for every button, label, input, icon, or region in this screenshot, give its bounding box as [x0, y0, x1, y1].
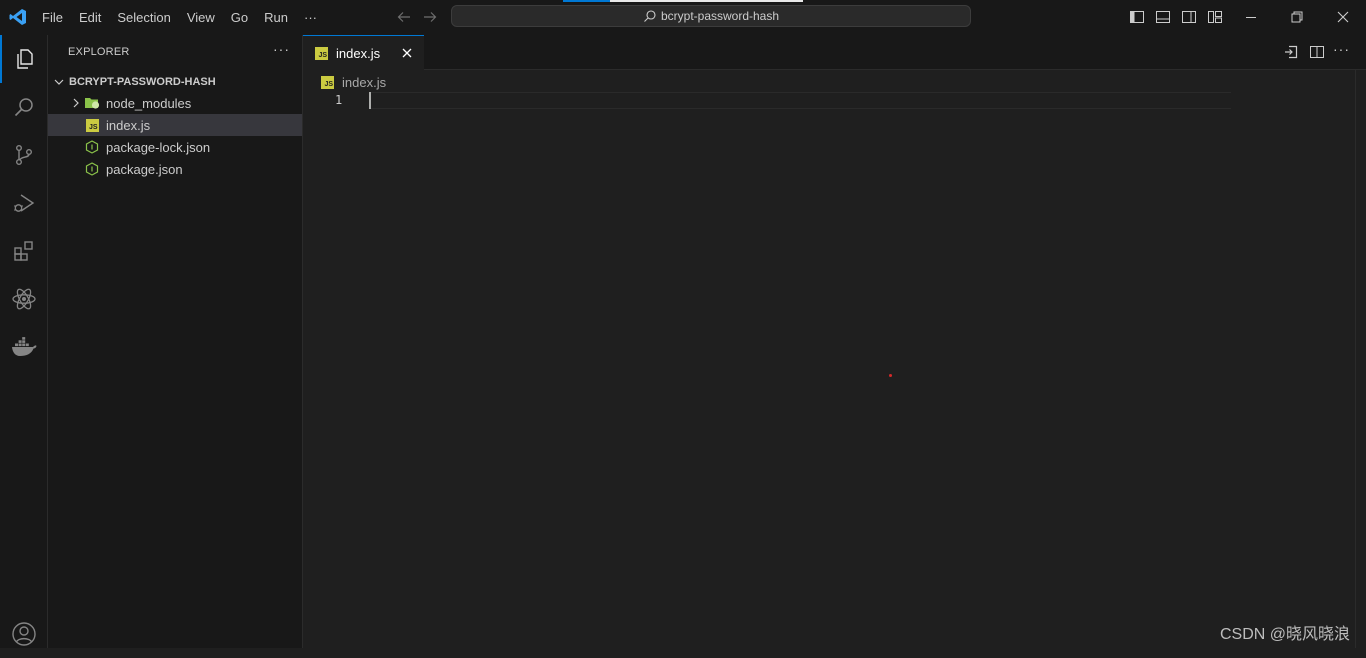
search-icon: [644, 10, 656, 22]
js-file-icon: JS: [84, 117, 100, 133]
toggle-primary-sidebar-icon[interactable]: [1129, 9, 1145, 25]
activity-accounts[interactable]: [0, 610, 48, 658]
react-icon: [12, 288, 36, 310]
tree-item-label: index.js: [106, 117, 151, 133]
title-bar: File Edit Selection View Go Run ··· bcry…: [0, 0, 1366, 35]
title-accent-strip: [563, 0, 610, 2]
source-control-icon: [15, 145, 32, 166]
activity-docker[interactable]: [0, 323, 48, 371]
activity-extensions[interactable]: [0, 227, 48, 275]
minimize-icon[interactable]: [1243, 9, 1259, 25]
current-line-highlight: [369, 92, 1231, 109]
tree-item-index-js[interactable]: JS index.js: [48, 114, 302, 136]
back-arrow-icon[interactable]: [396, 9, 412, 25]
menu-go[interactable]: Go: [223, 10, 256, 25]
files-icon: [17, 49, 33, 69]
text-cursor: [369, 92, 371, 109]
menu-view[interactable]: View: [179, 10, 223, 25]
restore-icon[interactable]: [1289, 9, 1305, 25]
menu-run[interactable]: Run: [256, 10, 296, 25]
activity-source-control[interactable]: [0, 131, 48, 179]
tree-item-label: node_modules: [106, 95, 192, 111]
activity-react[interactable]: [0, 275, 48, 323]
vscode-logo-icon: [9, 9, 26, 25]
tab-index-js[interactable]: JS index.js: [303, 35, 424, 70]
explorer-more-actions[interactable]: ···: [273, 41, 290, 57]
menu-more[interactable]: ···: [296, 10, 325, 25]
menu-bar: File Edit Selection View Go Run ···: [34, 0, 325, 35]
menu-selection[interactable]: Selection: [109, 10, 178, 25]
customize-layout-icon[interactable]: [1207, 9, 1223, 25]
toggle-secondary-sidebar-icon[interactable]: [1181, 9, 1197, 25]
chevron-right-icon: [48, 97, 84, 109]
chevron-down-icon: [49, 76, 69, 88]
activity-run-debug[interactable]: [0, 179, 48, 227]
activity-bar: [0, 35, 48, 648]
vertical-scrollbar[interactable]: [1355, 70, 1356, 648]
js-file-icon: JS: [315, 46, 328, 60]
breadcrumb-file[interactable]: index.js: [342, 75, 386, 90]
tab-label: index.js: [336, 45, 381, 61]
menu-edit[interactable]: Edit: [71, 10, 109, 25]
close-window-icon[interactable]: [1335, 9, 1351, 25]
js-file-icon: JS: [321, 75, 334, 89]
docker-icon: [12, 337, 37, 356]
forward-arrow-icon[interactable]: [422, 9, 438, 25]
close-icon[interactable]: [399, 45, 415, 61]
nodejs-icon: [84, 139, 100, 155]
explorer-sidebar: EXPLORER ··· BCRYPT-PASSWORD-HASH node_m…: [48, 35, 303, 648]
breadcrumb: JS index.js: [321, 72, 386, 92]
nodejs-icon: [84, 161, 100, 177]
command-center-label: bcrypt-password-hash: [660, 9, 780, 23]
tree-item-package-json[interactable]: package.json: [48, 158, 302, 180]
editor-tabs-bar: JS index.js ···: [303, 35, 1366, 70]
toggle-panel-icon[interactable]: [1155, 9, 1171, 25]
account-icon: [12, 622, 36, 646]
menu-file[interactable]: File: [34, 10, 71, 25]
tree-item-label: package-lock.json: [106, 139, 211, 155]
search-icon: [14, 98, 33, 117]
activity-explorer[interactable]: [0, 35, 48, 83]
tree-item-node-modules[interactable]: node_modules: [48, 92, 302, 114]
tree-item-label: package.json: [106, 161, 183, 177]
tree-item-package-lock-json[interactable]: package-lock.json: [48, 136, 302, 158]
command-center-search[interactable]: bcrypt-password-hash: [451, 5, 971, 27]
code-editor[interactable]: 1: [303, 92, 1366, 648]
folder-node-icon: [84, 95, 100, 111]
explorer-title: EXPLORER: [68, 46, 130, 58]
root-folder-header[interactable]: BCRYPT-PASSWORD-HASH: [48, 71, 303, 93]
watermark-text: CSDN @晓风晓浪: [1219, 626, 1350, 643]
title-accent-strip: [610, 0, 803, 2]
open-changes-icon[interactable]: [1283, 44, 1299, 60]
editor-more-actions[interactable]: ···: [1333, 41, 1349, 57]
root-folder-label: BCRYPT-PASSWORD-HASH: [69, 76, 216, 88]
split-editor-icon[interactable]: [1309, 44, 1325, 60]
activity-search[interactable]: [0, 83, 48, 131]
run-debug-icon: [14, 194, 35, 212]
line-number: 1: [335, 93, 343, 107]
extensions-icon: [14, 241, 33, 261]
red-dot-marker: [889, 374, 892, 377]
